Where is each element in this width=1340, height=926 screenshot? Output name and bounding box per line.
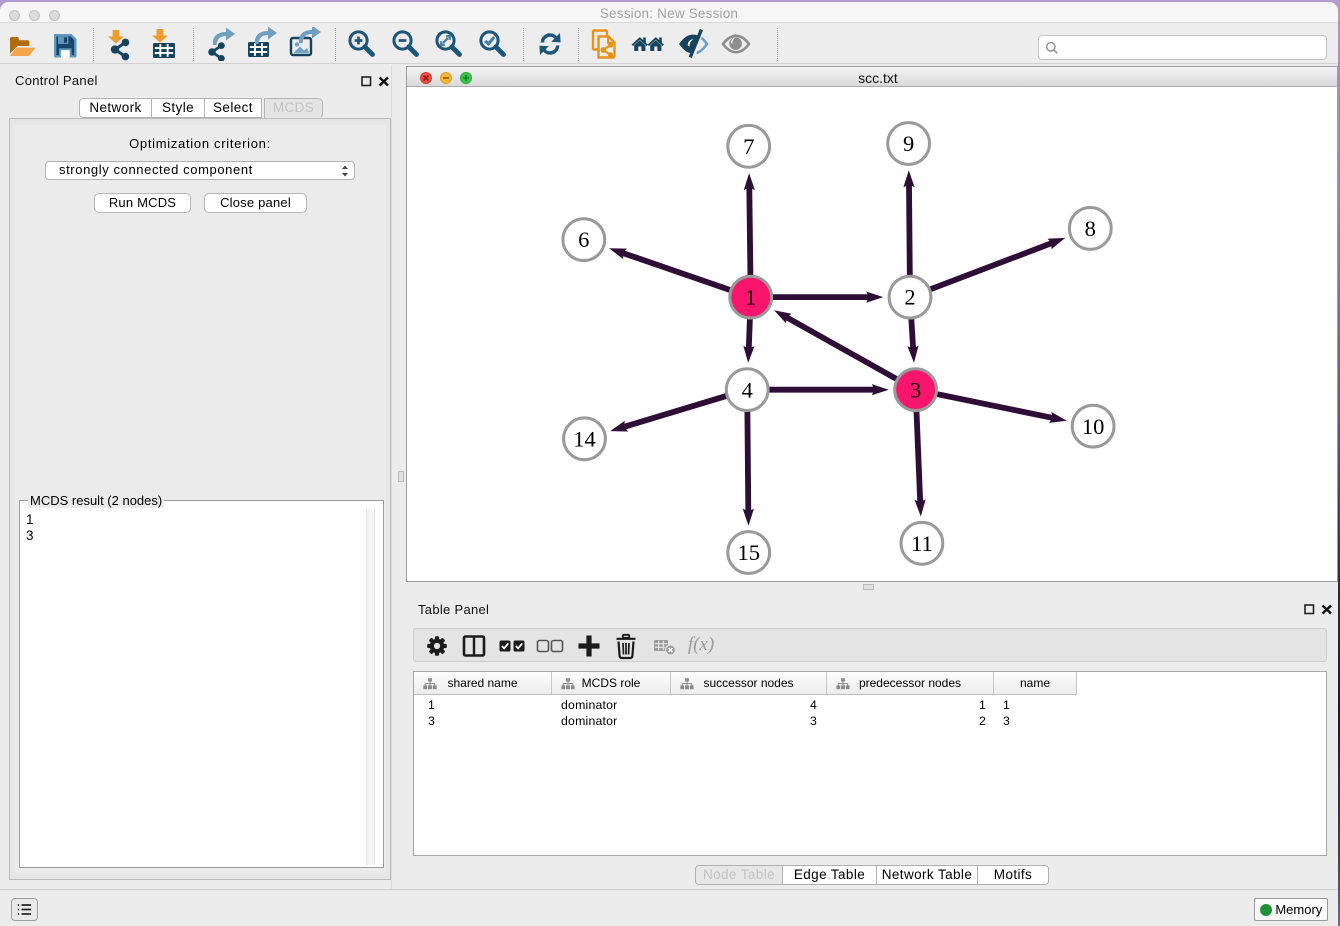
svg-text:9: 9: [903, 131, 914, 156]
svg-text:8: 8: [1085, 216, 1096, 241]
svg-text:2: 2: [904, 285, 915, 310]
svg-text:1: 1: [745, 285, 756, 310]
svg-text:3: 3: [910, 377, 921, 402]
svg-text:11: 11: [911, 531, 933, 556]
svg-text:4: 4: [742, 377, 753, 402]
svg-text:10: 10: [1082, 414, 1105, 439]
svg-text:15: 15: [737, 540, 760, 565]
svg-text:6: 6: [578, 227, 589, 252]
svg-text:7: 7: [743, 134, 754, 159]
svg-text:14: 14: [573, 426, 596, 451]
